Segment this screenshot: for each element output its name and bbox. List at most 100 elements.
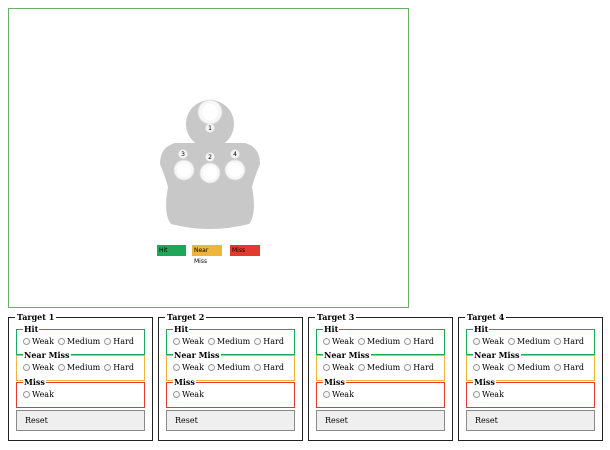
hit-options: Weak Medium Hard [473,337,588,346]
near-option-weak[interactable]: Weak [23,363,54,372]
radio-button[interactable] [207,364,215,371]
radio-button[interactable] [57,364,65,371]
miss-options: Weak [473,390,508,399]
zone-3-label: 3 [181,151,185,158]
radio-button[interactable] [404,364,412,371]
hit-option-hard[interactable]: Hard [554,337,584,346]
radio-button[interactable] [554,364,562,371]
radio-label: Medium [516,363,551,372]
reset-button[interactable]: Reset [466,410,595,431]
reset-button[interactable]: Reset [316,410,445,431]
panel-title: Target 3 [315,312,357,322]
hit-option-weak[interactable]: Weak [173,337,204,346]
near-miss-legend: Near Miss [473,350,521,360]
target-canvas[interactable]: 1 2 3 4 Hit Near Miss Miss [8,8,409,308]
near-option-medium[interactable]: Medium [507,363,551,372]
radio-button[interactable] [473,338,480,345]
radio-label: Medium [216,363,251,372]
radio-button[interactable] [473,364,480,371]
radio-button[interactable] [254,338,262,345]
reset-button[interactable]: Reset [166,410,295,431]
radio-button[interactable] [23,391,30,398]
miss-option-weak[interactable]: Weak [473,390,504,399]
near-option-weak[interactable]: Weak [323,363,354,372]
miss-option-weak[interactable]: Weak [23,390,54,399]
radio-button[interactable] [473,391,480,398]
radio-button[interactable] [323,391,330,398]
radio-button[interactable] [173,338,180,345]
near-option-weak[interactable]: Weak [173,363,204,372]
near-option-medium[interactable]: Medium [57,363,100,372]
near-option-hard[interactable]: Hard [404,363,434,372]
legend-hit: Hit [157,245,186,256]
target-panel-1: Target 1 Hit Weak Medium Hard Near Miss We… [8,312,153,441]
radio-button[interactable] [357,364,365,371]
hit-option-medium[interactable]: Medium [207,337,251,346]
hit-option-weak[interactable]: Weak [23,337,54,346]
miss-group: Miss Weak [466,377,595,408]
miss-group: Miss Weak [16,377,145,408]
radio-button[interactable] [23,338,30,345]
radio-button[interactable] [173,391,180,398]
miss-options: Weak [23,390,58,399]
hit-options: Weak Medium Hard [23,337,138,346]
radio-button[interactable] [507,364,515,371]
hit-option-hard[interactable]: Hard [254,337,284,346]
radio-button[interactable] [404,338,412,345]
radio-label: Weak [182,337,204,346]
radio-label: Weak [32,390,54,399]
radio-button[interactable] [323,338,330,345]
target-panel-3: Target 3 Hit Weak Medium Hard Near Miss We… [308,312,453,441]
legend-near-miss: Near Miss [192,245,222,265]
radio-button[interactable] [507,338,515,345]
zone-2-label: 2 [208,154,212,161]
radio-label: Weak [182,390,204,399]
miss-option-weak[interactable]: Weak [323,390,354,399]
hit-legend: Hit [473,324,490,334]
miss-group: Miss Weak [166,377,295,408]
radio-button[interactable] [23,364,30,371]
radio-label: Medium [516,337,551,346]
zone-1-label: 1 [208,125,212,132]
radio-button[interactable] [554,338,562,345]
panel-title: Target 1 [15,312,57,322]
radio-button[interactable] [57,338,65,345]
radio-label: Medium [366,363,401,372]
radio-button[interactable] [254,364,262,371]
radio-label: Hard [413,337,434,346]
hit-option-medium[interactable]: Medium [57,337,101,346]
radio-button[interactable] [207,338,215,345]
near-option-hard[interactable]: Hard [104,363,134,372]
legend-miss: Miss [230,245,260,256]
reset-button[interactable]: Reset [16,410,145,431]
radio-button[interactable] [104,338,112,345]
radio-label: Hard [563,337,584,346]
hit-options: Weak Medium Hard [173,337,288,346]
radio-label: Hard [263,363,284,372]
hit-option-weak[interactable]: Weak [323,337,354,346]
hit-option-weak[interactable]: Weak [473,337,504,346]
hit-option-medium[interactable]: Medium [507,337,551,346]
radio-label: Weak [32,363,54,372]
near-option-medium[interactable]: Medium [207,363,251,372]
radio-button[interactable] [104,364,112,371]
hit-option-hard[interactable]: Hard [404,337,434,346]
hit-option-hard[interactable]: Hard [104,337,134,346]
radio-button[interactable] [323,364,330,371]
hit-option-medium[interactable]: Medium [357,337,400,346]
miss-options: Weak [173,390,208,399]
miss-option-weak[interactable]: Weak [173,390,204,399]
miss-legend: Miss [173,377,196,387]
near-option-weak[interactable]: Weak [473,363,504,372]
near-option-medium[interactable]: Medium [357,363,401,372]
radio-label: Medium [216,337,251,346]
near-option-hard[interactable]: Hard [254,363,284,372]
near-miss-legend: Near Miss [23,350,71,360]
near-miss-legend: Near Miss [323,350,371,360]
radio-label: Hard [563,363,584,372]
radio-label: Hard [263,337,284,346]
near-option-hard[interactable]: Hard [554,363,584,372]
radio-button[interactable] [173,364,180,371]
radio-button[interactable] [357,338,365,345]
radio-label: Medium [66,337,101,346]
